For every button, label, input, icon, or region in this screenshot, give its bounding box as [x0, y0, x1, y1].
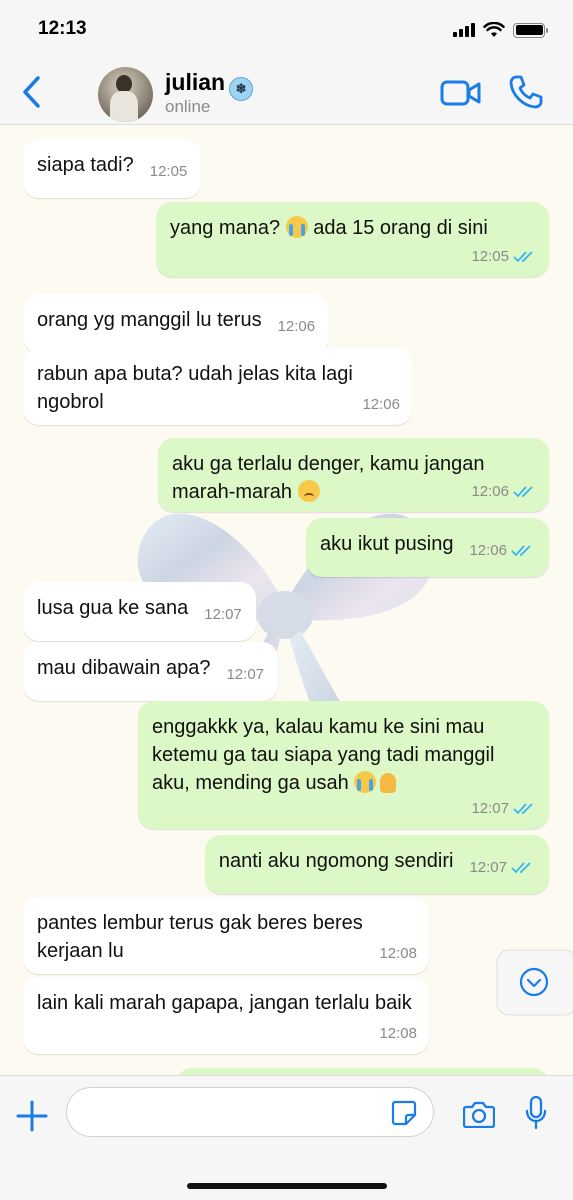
message-time: 12:06 — [362, 396, 400, 413]
back-chevron-icon[interactable] — [18, 74, 46, 110]
contact-status: online — [165, 97, 211, 116]
message-text: mau dibawain apa? — [37, 657, 211, 679]
message-bubble-outgoing[interactable]: yang mana? ada 15 orang di sini 12:05 — [156, 202, 549, 277]
message-bubble-incoming[interactable]: rabun apa buta? udah jelas kita lagi ngo… — [23, 348, 412, 425]
message-list[interactable]: siapa tadi? 12:05 yang mana? ada 15 orang… — [0, 125, 573, 1075]
signal-icon — [453, 23, 475, 37]
message-meta: 12:06 — [469, 537, 535, 565]
status-bar: 12:13 — [0, 0, 573, 60]
status-time: 12:13 — [38, 18, 87, 39]
message-bubble-outgoing[interactable]: nanti aku ngomong sendiri 12:07 — [204, 835, 549, 894]
message-time: 12:07 — [469, 859, 507, 876]
message-text: orang yg manggil lu terus — [37, 309, 262, 331]
message-text: yang mana? ada 15 orang di sini — [170, 216, 488, 239]
message-meta: 12:05 — [471, 243, 537, 271]
message-bubble-incoming[interactable]: mau dibawain apa? 12:07 — [23, 642, 279, 701]
read-ticks-icon — [513, 803, 533, 815]
message-bubble-incoming[interactable]: orang yg manggil lu terus 12:06 — [23, 294, 330, 353]
message-text: aku ga terlalu denger, kamu jangan marah… — [172, 453, 485, 503]
message-input[interactable] — [66, 1087, 434, 1137]
message-meta: 12:07 — [469, 854, 535, 882]
message-text: aku ikut pusing — [320, 533, 454, 555]
sticker-icon[interactable] — [391, 1100, 417, 1126]
message-time: 12:08 — [379, 1025, 417, 1042]
chat-header: julian ❄ online — [0, 60, 573, 125]
contact-avatar[interactable] — [98, 67, 153, 122]
message-bubble-incoming[interactable]: lain kali marah gapapa, jangan terlalu b… — [23, 977, 429, 1054]
message-bubble-outgoing-partial[interactable] — [176, 1068, 549, 1075]
message-meta: 12:05 — [150, 158, 188, 186]
contact-name: julian — [165, 69, 226, 95]
video-call-icon[interactable] — [440, 78, 482, 108]
home-indicator[interactable] — [187, 1183, 387, 1189]
message-time: 12:07 — [226, 666, 265, 683]
message-meta: 12:06 — [278, 313, 316, 341]
message-bubble-outgoing[interactable]: aku ga terlalu denger, kamu jangan marah… — [158, 438, 549, 512]
camera-icon[interactable] — [463, 1100, 495, 1128]
message-text: nanti aku ngomong sendiri — [218, 850, 454, 872]
message-time: 12:06 — [471, 483, 509, 500]
message-time: 12:05 — [471, 248, 509, 265]
message-meta: 12:06 — [362, 391, 400, 419]
message-bubble-outgoing[interactable]: enggakkk ya, kalau kamu ke sini mau kete… — [138, 701, 549, 829]
disappointed-emoji-icon — [297, 480, 320, 502]
message-time: 12:07 — [204, 606, 242, 623]
message-bubble-outgoing[interactable]: aku ikut pusing 12:06 — [306, 518, 549, 577]
compose-bar — [0, 1075, 573, 1200]
message-text: lusa gua ke sana — [37, 597, 189, 619]
read-ticks-icon — [511, 545, 531, 557]
scroll-to-bottom-button[interactable] — [496, 949, 573, 1016]
praying-hands-emoji-icon — [376, 771, 400, 793]
message-time: 12:06 — [277, 318, 316, 335]
message-text: siapa tadi? — [37, 154, 134, 176]
message-meta: 12:07 — [226, 661, 264, 689]
message-text: rabun apa buta? udah jelas kita lagi ngo… — [37, 363, 353, 413]
message-time: 12:07 — [471, 800, 509, 817]
cold-face-emoji-icon: ❄ — [229, 77, 254, 101]
status-icons — [453, 22, 548, 38]
message-meta: 12:08 — [379, 940, 417, 968]
message-text: enggakkk ya, kalau kamu ke sini mau kete… — [152, 716, 495, 794]
message-text: lain kali marah gapapa, jangan terlalu b… — [37, 992, 412, 1014]
message-bubble-incoming[interactable]: siapa tadi? 12:05 — [23, 139, 202, 198]
battery-icon — [513, 22, 548, 38]
message-text: pantes lembur terus gak beres beres kerj… — [37, 912, 363, 962]
phone-call-icon[interactable] — [508, 74, 544, 110]
message-time: 12:06 — [469, 542, 507, 559]
read-ticks-icon — [513, 486, 533, 498]
read-ticks-icon — [513, 251, 533, 263]
message-meta: 12:06 — [471, 478, 537, 506]
message-time: 12:05 — [149, 163, 188, 180]
message-bubble-incoming[interactable]: lusa gua ke sana 12:07 — [23, 582, 256, 641]
message-meta: 12:07 — [204, 601, 242, 629]
wifi-icon — [483, 22, 505, 37]
plus-icon[interactable] — [16, 1100, 48, 1132]
message-time: 12:08 — [379, 945, 417, 962]
message-bubble-incoming[interactable]: pantes lembur terus gak beres beres kerj… — [23, 897, 429, 974]
microphone-icon[interactable] — [525, 1096, 547, 1130]
message-meta: 12:07 — [471, 795, 537, 823]
read-ticks-icon — [511, 862, 531, 874]
crying-emoji-icon — [354, 771, 377, 793]
message-meta: 12:08 — [379, 1020, 417, 1048]
crying-emoji-icon — [285, 216, 308, 238]
